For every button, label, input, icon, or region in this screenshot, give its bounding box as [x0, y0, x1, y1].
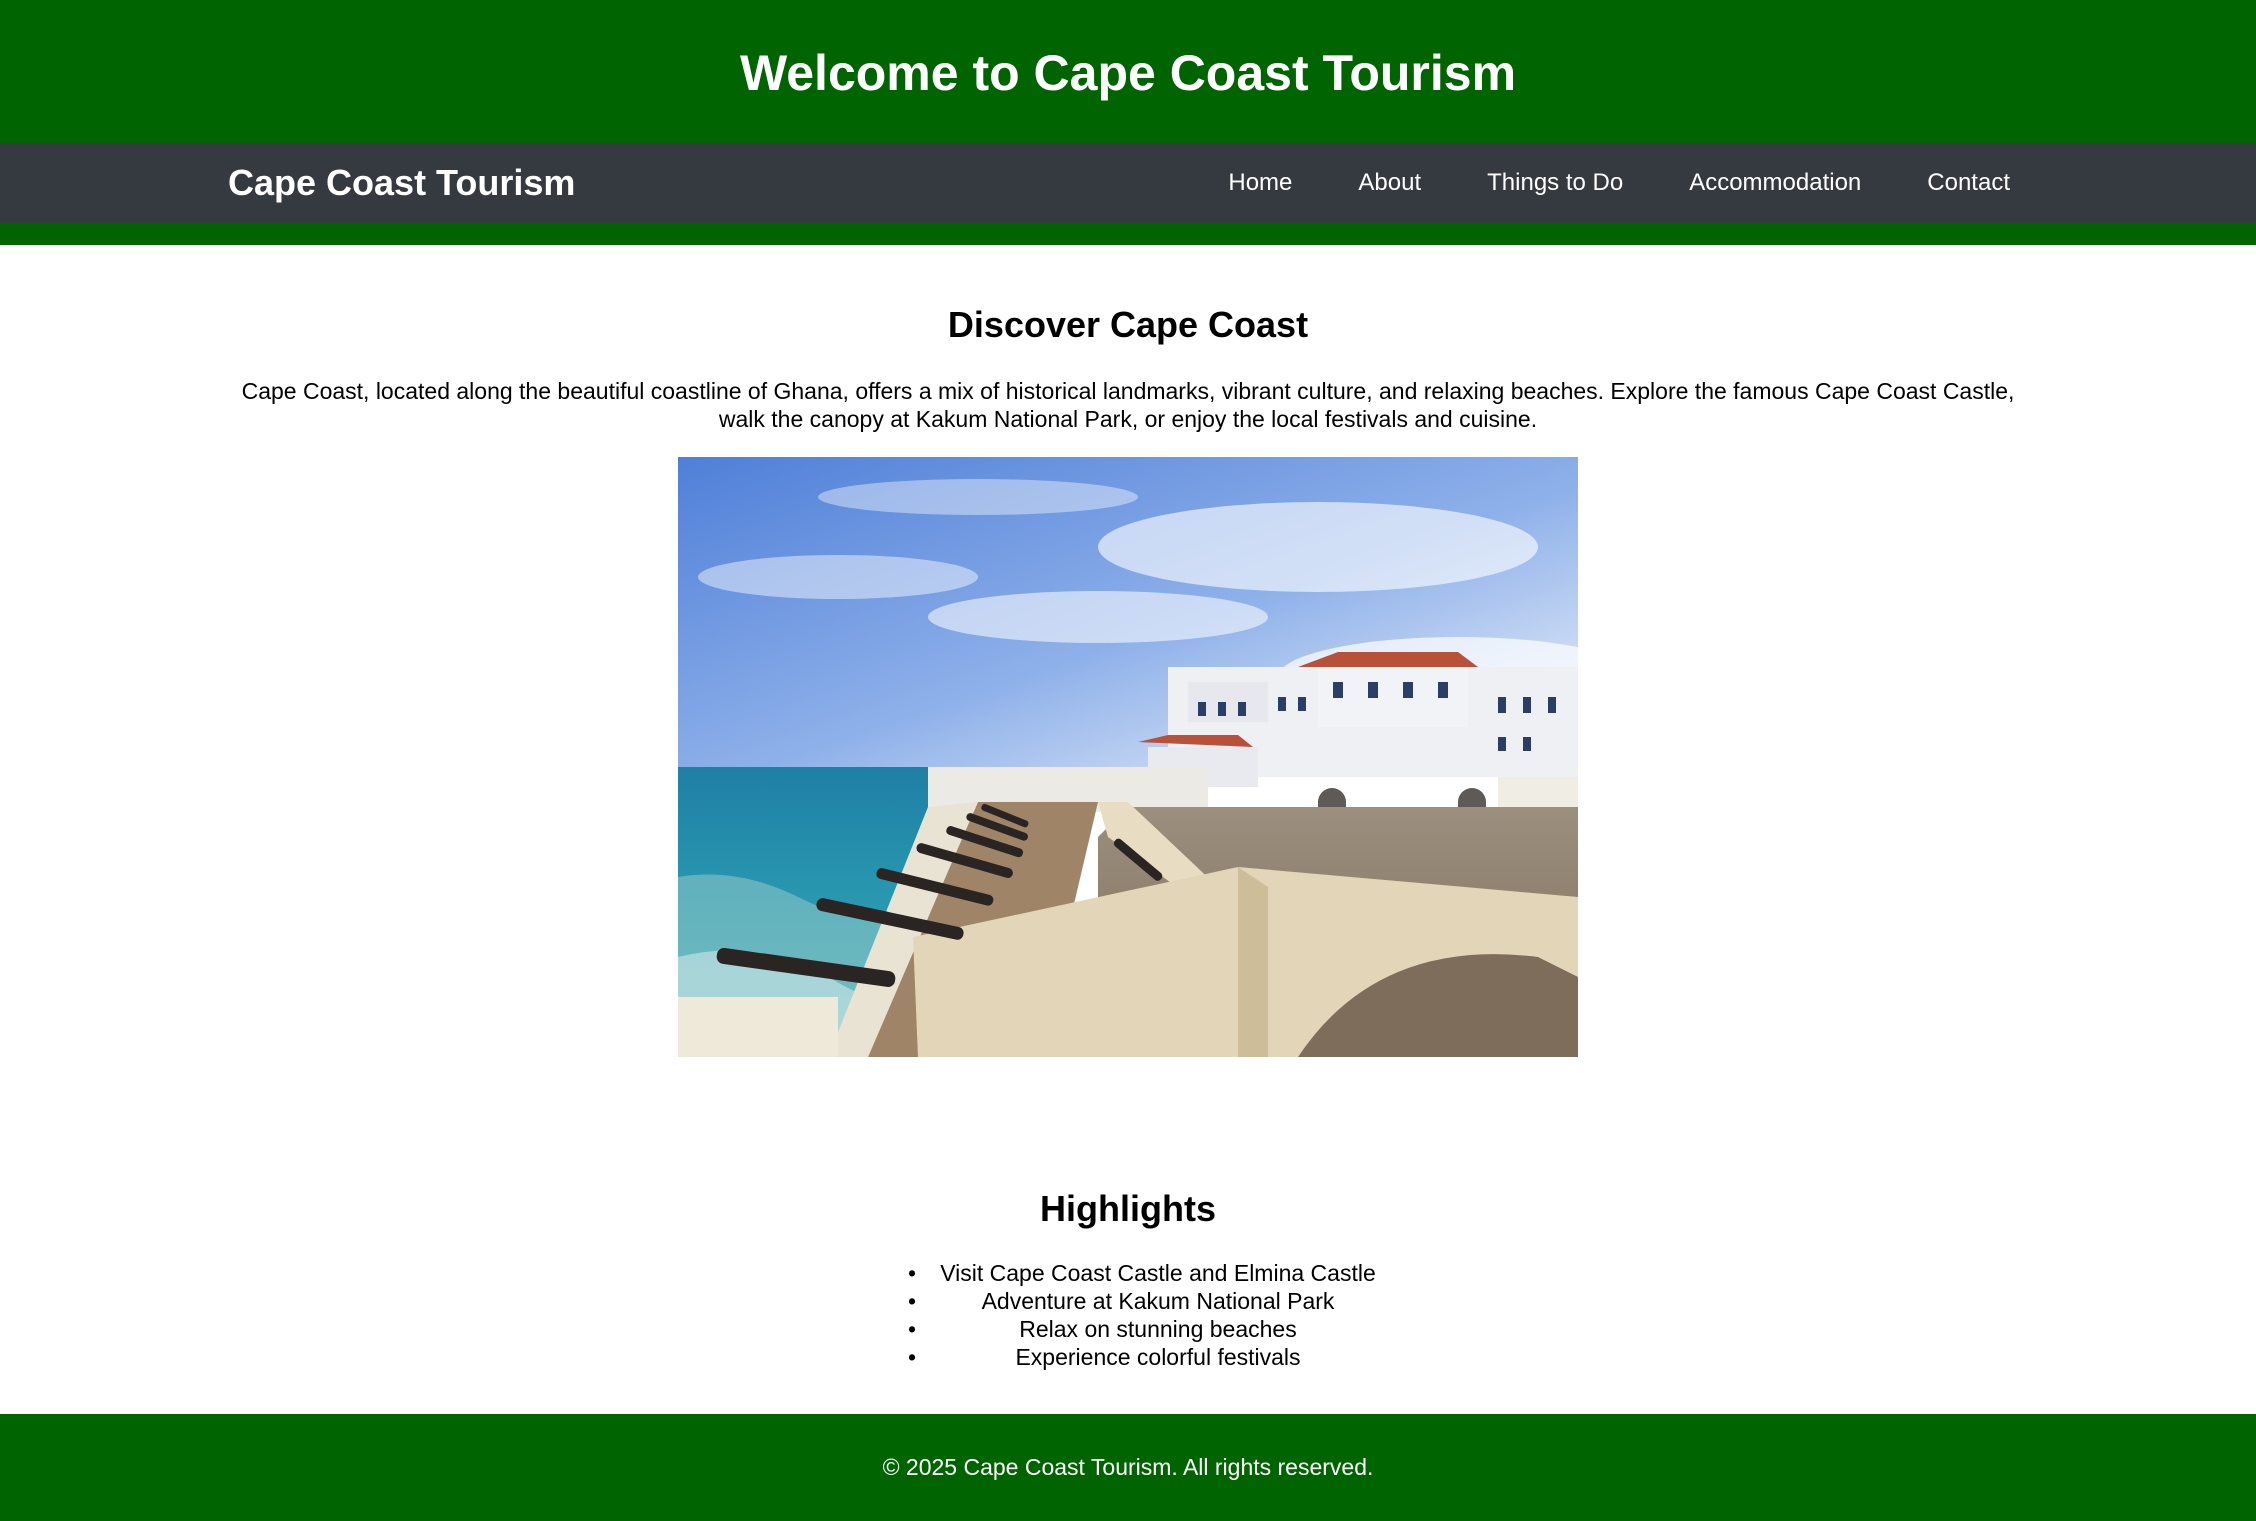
navbar: Cape Coast Tourism Home About Things to … — [0, 143, 2256, 223]
site-header: Welcome to Cape Coast Tourism Cape Coast… — [0, 0, 2256, 245]
site-footer: © 2025 Cape Coast Tourism. All rights re… — [0, 1414, 2256, 1521]
highlights-heading: Highlights — [1040, 1188, 1216, 1229]
footer-text: © 2025 Cape Coast Tourism. All rights re… — [882, 1454, 1374, 1480]
highlights-list: • Visit Cape Coast Castle and Elmina Cast… — [908, 1259, 1386, 1371]
discover-text: Cape Coast, located along the beautiful … — [241, 378, 2015, 432]
brand-link[interactable]: Cape Coast Tourism — [228, 143, 575, 223]
highlight-text: Relax on stunning beaches — [1019, 1316, 1297, 1342]
nav-link-accommodation[interactable]: Accommodation — [1689, 169, 1861, 197]
nav-links: Home About Things to Do Accommodation Co… — [1228, 143, 2010, 223]
page-title: Welcome to Cape Coast Tourism — [739, 44, 1517, 101]
page: Welcome to Cape Coast Tourism Cape Coast… — [0, 0, 2256, 1521]
bullet-icon: • — [908, 1344, 917, 1370]
bullet-icon: • — [908, 1288, 917, 1314]
list-item: • Adventure at Kakum National Park — [908, 1287, 1386, 1315]
highlight-text: Adventure at Kakum National Park — [981, 1288, 1335, 1314]
list-item: • Relax on stunning beaches — [908, 1315, 1386, 1343]
nav-link-about[interactable]: About — [1358, 169, 1421, 197]
list-item: • Experience colorful festivals — [908, 1343, 1386, 1371]
list-item: • Visit Cape Coast Castle and Elmina Cast… — [908, 1259, 1386, 1287]
nav-link-contact[interactable]: Contact — [1927, 169, 2010, 197]
bullet-icon: • — [908, 1260, 917, 1286]
highlight-text: Visit Cape Coast Castle and Elmina Castl… — [940, 1260, 1376, 1286]
highlight-text: Experience colorful festivals — [1015, 1344, 1301, 1370]
nav-link-home[interactable]: Home — [1228, 169, 1292, 197]
discover-heading: Discover Cape Coast — [947, 304, 1309, 345]
bullet-icon: • — [908, 1316, 917, 1342]
cape-coast-castle-image — [678, 457, 1578, 1057]
nav-link-things-to-do[interactable]: Things to Do — [1487, 169, 1623, 197]
